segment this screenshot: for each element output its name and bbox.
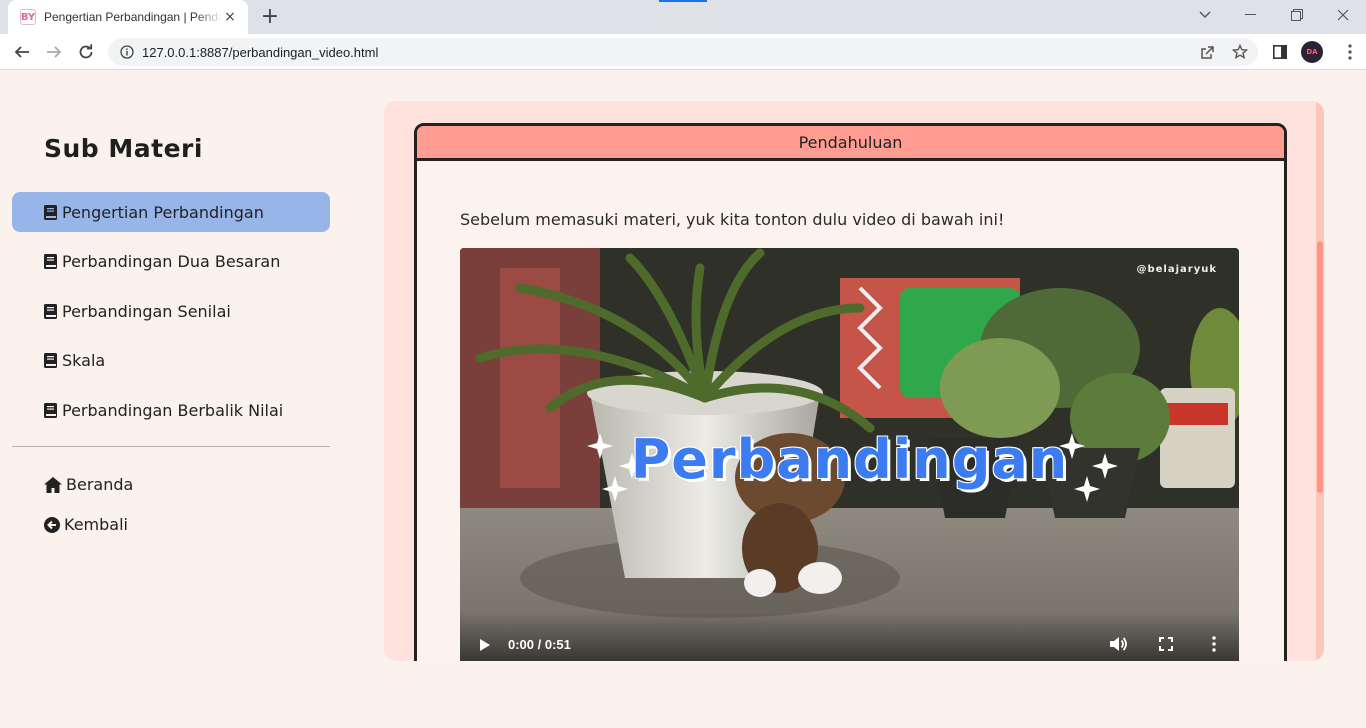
- mute-button[interactable]: [1108, 634, 1128, 654]
- star-icon: [1232, 44, 1248, 60]
- video-time: 0:00 / 0:51: [508, 637, 571, 652]
- content-panel: Pendahuluan Sebelum memasuki materi, yuk…: [384, 101, 1324, 661]
- sidebar-divider: [12, 446, 330, 447]
- content-scrollbar[interactable]: [1316, 101, 1324, 661]
- browser-toolbar: 127.0.0.1:8887/perbandingan_video.html: [0, 34, 1366, 70]
- sidebar-item-pengertian-perbandingan[interactable]: Pengertian Perbandingan: [12, 192, 330, 232]
- close-window-button[interactable]: [1320, 0, 1366, 30]
- minimize-icon: [1245, 14, 1256, 15]
- content-card: Pendahuluan Sebelum memasuki materi, yuk…: [414, 123, 1287, 661]
- back-button[interactable]: [8, 38, 36, 66]
- volume-icon: [1110, 637, 1127, 651]
- new-tab-button[interactable]: +: [256, 3, 284, 31]
- sidebar-item-label: Perbandingan Berbalik Nilai: [62, 400, 284, 420]
- chevron-down-icon: [1199, 11, 1211, 18]
- site-favicon-icon: BY: [20, 9, 36, 25]
- minimize-button[interactable]: [1228, 0, 1274, 30]
- sidebar-item-label: Perbandingan Dua Besaran: [62, 251, 281, 271]
- restore-button[interactable]: [1274, 0, 1320, 30]
- book-icon: [44, 303, 57, 319]
- sidebar-title: Sub Materi: [44, 134, 203, 163]
- sidebar-item-skala[interactable]: Skala: [12, 340, 330, 380]
- share-icon: [1201, 46, 1214, 59]
- fullscreen-button[interactable]: [1156, 634, 1176, 654]
- side-panel-icon: [1273, 45, 1287, 59]
- sidebar-item-label: Pengertian Perbandingan: [62, 202, 264, 222]
- scrollbar-thumb[interactable]: [1317, 241, 1323, 493]
- info-icon: [120, 45, 134, 59]
- arrow-left-icon: [14, 46, 29, 58]
- play-button[interactable]: [476, 636, 494, 654]
- sidebar-item-label: Skala: [62, 350, 106, 370]
- tab-title: Pengertian Perbandingan | Pendahuluan: [44, 10, 222, 24]
- nav-link-label: Kembali: [64, 515, 128, 534]
- profile-avatar[interactable]: DA: [1301, 41, 1323, 63]
- sidebar-item-perbandingan-berbalik-nilai[interactable]: Perbandingan Berbalik Nilai: [12, 390, 330, 430]
- restore-icon: [1291, 9, 1303, 21]
- home-icon: [44, 476, 62, 493]
- card-header: Pendahuluan: [417, 126, 1284, 161]
- tab-search-button[interactable]: [1182, 0, 1228, 30]
- nav-beranda-link[interactable]: Beranda: [44, 475, 133, 494]
- sidebar-item-perbandingan-dua-besaran[interactable]: Perbandingan Dua Besaran: [12, 241, 330, 281]
- sidebar-item-label: Perbandingan Senilai: [62, 301, 231, 321]
- video-watermark: @belajaryuk: [1136, 264, 1217, 275]
- browser-tab[interactable]: BY Pengertian Perbandingan | Pendahuluan…: [8, 0, 248, 34]
- book-icon: [44, 352, 57, 368]
- book-icon: [44, 253, 57, 269]
- video-options-button[interactable]: [1204, 634, 1224, 654]
- forward-button[interactable]: [40, 38, 68, 66]
- arrow-right-icon: [47, 46, 62, 58]
- more-vert-icon: [1212, 636, 1216, 652]
- url-text: 127.0.0.1:8887/perbandingan_video.html: [142, 44, 379, 60]
- arrow-circle-left-icon: [44, 516, 60, 533]
- nav-kembali-link[interactable]: Kembali: [44, 515, 128, 534]
- book-icon: [44, 204, 57, 220]
- video-controls: 0:00 / 0:51: [460, 612, 1239, 661]
- intro-text: Sebelum memasuki materi, yuk kita tonton…: [460, 210, 1005, 229]
- video-player[interactable]: @belajaryuk Perbandingan 0:00 / 0:51: [460, 248, 1239, 661]
- video-title-overlay: Perbandingan: [630, 428, 1069, 491]
- book-icon: [44, 402, 57, 418]
- reload-button[interactable]: [72, 38, 100, 66]
- tab-strip-accent: [659, 0, 707, 2]
- nav-link-label: Beranda: [66, 475, 134, 494]
- sidebar: Sub Materi Pengertian Perbandingan Perba…: [0, 70, 342, 728]
- browser-menu-button[interactable]: [1336, 38, 1364, 66]
- bookmark-button[interactable]: [1226, 38, 1254, 66]
- close-tab-icon[interactable]: ×: [222, 9, 238, 25]
- fullscreen-icon: [1159, 637, 1173, 651]
- address-bar[interactable]: 127.0.0.1:8887/perbandingan_video.html: [108, 38, 1258, 66]
- browser-tab-strip: BY Pengertian Perbandingan | Pendahuluan…: [0, 0, 1366, 34]
- share-button[interactable]: [1194, 38, 1222, 66]
- more-vert-icon: [1348, 44, 1352, 60]
- play-icon: [480, 639, 490, 651]
- side-panel-button[interactable]: [1266, 38, 1294, 66]
- sidebar-item-perbandingan-senilai[interactable]: Perbandingan Senilai: [12, 291, 330, 331]
- reload-icon: [79, 44, 93, 59]
- close-icon: [1337, 9, 1349, 21]
